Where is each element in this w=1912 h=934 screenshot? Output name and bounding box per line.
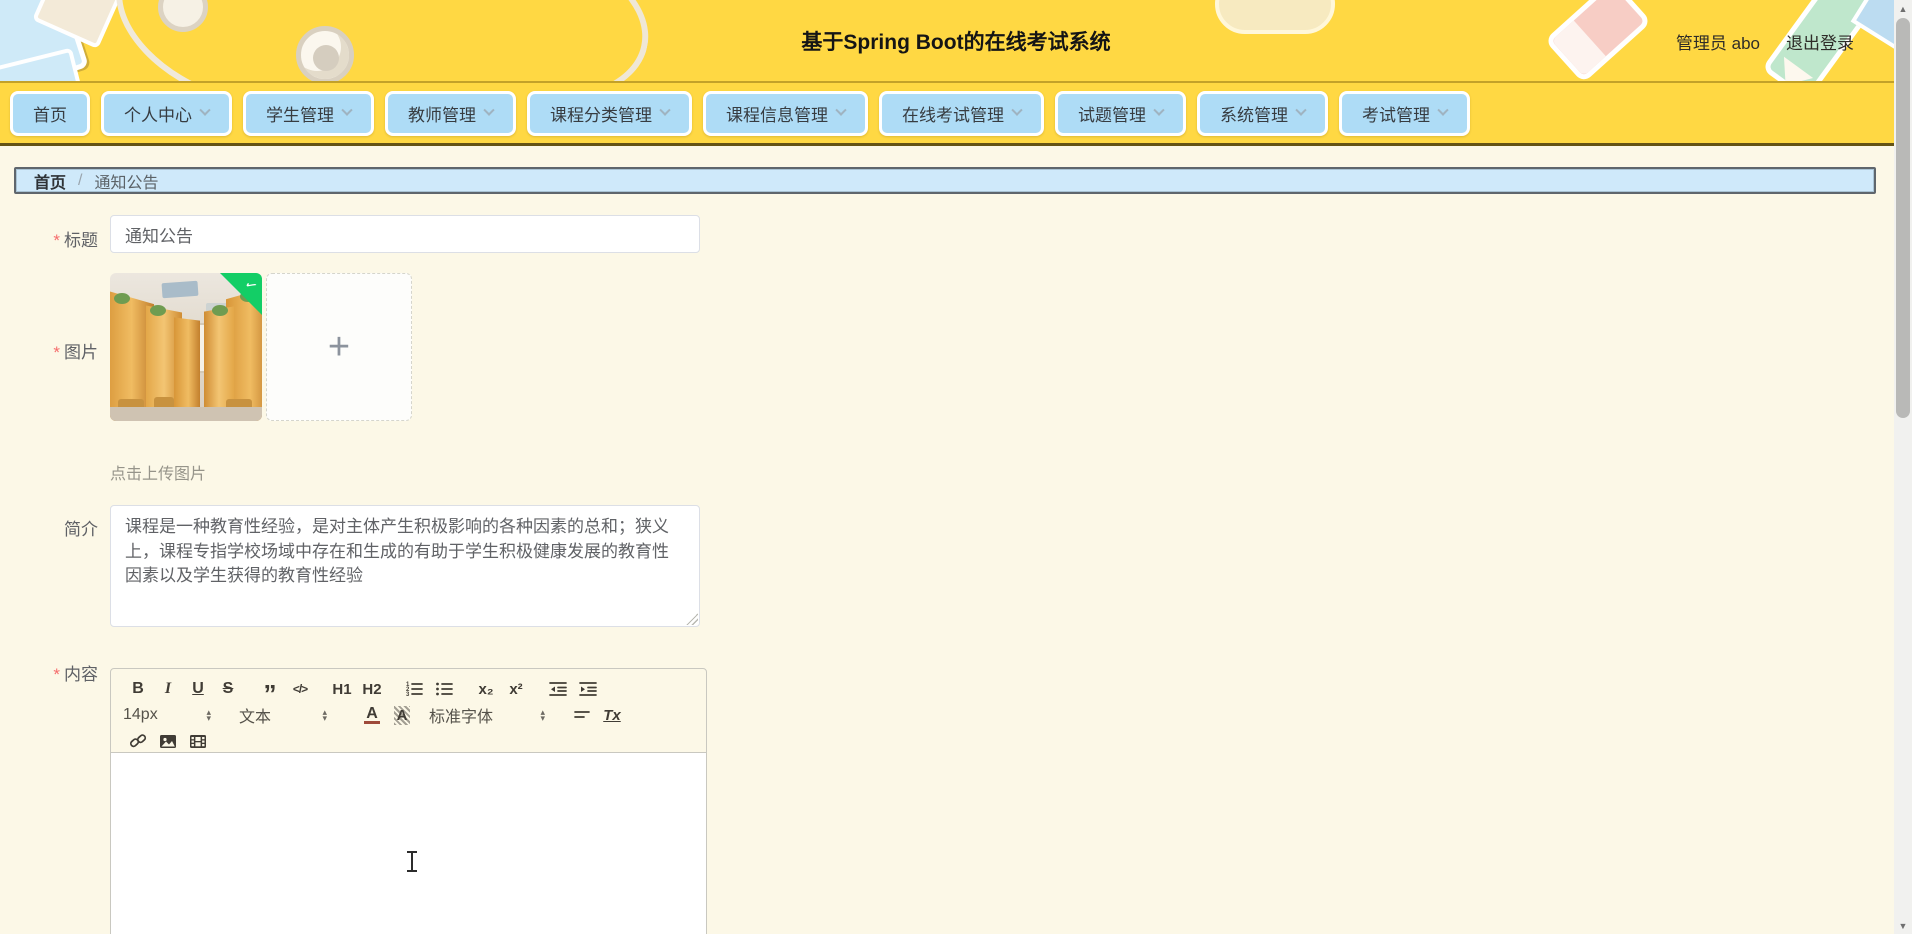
nav-item-profile[interactable]: 个人中心 (101, 90, 232, 136)
uploaded-image-thumbnail[interactable]: ✓ (110, 273, 262, 421)
svg-text:3: 3 (406, 692, 410, 698)
ordered-list-icon[interactable]: 123 (399, 677, 429, 701)
title-input[interactable] (110, 215, 700, 253)
strikethrough-icon[interactable]: S (213, 677, 243, 701)
align-icon[interactable] (567, 703, 597, 727)
image-icon[interactable] (153, 729, 183, 753)
clear-format-icon[interactable]: Tx (597, 703, 627, 727)
app-header: 基于Spring Boot的在线考试系统 管理员 abo 退出登录 (0, 0, 1912, 83)
font-size-select[interactable]: 14px ▴ ▾ (123, 703, 211, 727)
plus-icon: + (327, 325, 351, 368)
outdent-icon[interactable] (543, 677, 573, 701)
breadcrumb: 首页 / 通知公告 (14, 167, 1876, 194)
upload-hint-text: 点击上传图片 (110, 466, 207, 483)
main-nav: 首页 个人中心 学生管理 教师管理 课程分类管理 课程信息管理 在线考试管理 试… (0, 83, 1912, 146)
vertical-scrollbar[interactable]: ▲ ▼ (1894, 0, 1912, 934)
nav-item-home[interactable]: 首页 (10, 90, 90, 136)
nav-item-course-category-mgmt[interactable]: 课程分类管理 (527, 90, 692, 136)
rich-text-editor: B I U S ” </> H1 H2 123 x₂ x² 14px ▴ ▾ 文… (110, 668, 707, 934)
breadcrumb-current: 通知公告 (94, 174, 159, 192)
required-asterisk: * (53, 231, 60, 250)
image-upload-button[interactable]: + (266, 273, 412, 421)
link-icon[interactable] (123, 729, 153, 753)
superscript-icon[interactable]: x² (501, 677, 531, 701)
breadcrumb-home-link[interactable]: 首页 (34, 169, 66, 193)
breadcrumb-separator: / (78, 171, 83, 189)
text-cursor (407, 851, 417, 872)
editor-toolbar: B I U S ” </> H1 H2 123 x₂ x² 14px ▴ ▾ 文… (111, 669, 706, 753)
nav-item-system-mgmt[interactable]: 系统管理 (1197, 90, 1328, 136)
heading1-icon[interactable]: H1 (327, 677, 357, 701)
chevron-down-icon (835, 104, 847, 116)
subscript-icon[interactable]: x₂ (471, 677, 501, 701)
underline-icon[interactable]: U (183, 677, 213, 701)
page-root: 基于Spring Boot的在线考试系统 管理员 abo 退出登录 首页 个人中… (0, 0, 1912, 934)
content-field-label: * 内容 (53, 665, 98, 684)
chevron-down-icon (341, 104, 353, 116)
text-color-icon[interactable]: A (357, 703, 387, 727)
intro-textarea[interactable]: 课程是一种教育性经验，是对主体产生积极影响的各种因素的总和；狭义上，课程专指学校… (110, 505, 700, 627)
bold-icon[interactable]: B (123, 677, 153, 701)
chevron-down-icon (483, 104, 495, 116)
select-arrows-icon: ▴ ▾ (540, 707, 545, 723)
nav-item-online-exam-mgmt[interactable]: 在线考试管理 (879, 90, 1044, 136)
chevron-down-icon (1153, 104, 1165, 116)
editor-content-area[interactable] (111, 753, 706, 934)
nav-item-course-info-mgmt[interactable]: 课程信息管理 (703, 90, 868, 136)
thumb-ceiling-light (161, 280, 199, 299)
intro-field-label: 简介 (64, 520, 98, 539)
select-arrows-icon: ▴ ▾ (322, 707, 327, 723)
text-format-select[interactable]: 文本 ▴ ▾ (239, 703, 327, 727)
page-title: 基于Spring Boot的在线考试系统 (801, 31, 1111, 54)
logout-link[interactable]: 退出登录 (1786, 29, 1854, 54)
title-field-label: * 标题 (53, 231, 98, 250)
bullet-list-icon[interactable] (429, 677, 459, 701)
scroll-down-arrow-icon[interactable]: ▼ (1894, 917, 1912, 934)
code-block-icon[interactable]: </> (285, 677, 315, 701)
image-field-label: * 图片 (53, 343, 98, 362)
nav-item-student-mgmt[interactable]: 学生管理 (243, 90, 374, 136)
heading2-icon[interactable]: H2 (357, 677, 387, 701)
required-asterisk: * (53, 343, 60, 362)
nav-item-exam-mgmt[interactable]: 考试管理 (1339, 90, 1470, 136)
textarea-resize-handle[interactable] (686, 613, 698, 625)
current-user-label: 管理员 abo (1675, 34, 1760, 53)
chevron-down-icon (1437, 104, 1449, 116)
chevron-down-icon (1295, 104, 1307, 116)
scrollbar-thumb[interactable] (1896, 18, 1910, 418)
chevron-down-icon (1011, 104, 1023, 116)
video-icon[interactable] (183, 729, 213, 753)
scroll-up-arrow-icon[interactable]: ▲ (1894, 0, 1912, 17)
nav-item-question-mgmt[interactable]: 试题管理 (1055, 90, 1186, 136)
select-arrows-icon: ▴ ▾ (206, 707, 211, 723)
italic-icon[interactable]: I (153, 677, 183, 701)
indent-icon[interactable] (573, 677, 603, 701)
chevron-down-icon (659, 104, 671, 116)
background-color-icon[interactable]: A (387, 703, 417, 727)
chevron-down-icon (199, 104, 211, 116)
font-family-select[interactable]: 标准字体 ▴ ▾ (429, 703, 545, 727)
blockquote-icon[interactable]: ” (255, 677, 285, 707)
required-asterisk: * (53, 665, 60, 684)
nav-item-teacher-mgmt[interactable]: 教师管理 (385, 90, 516, 136)
